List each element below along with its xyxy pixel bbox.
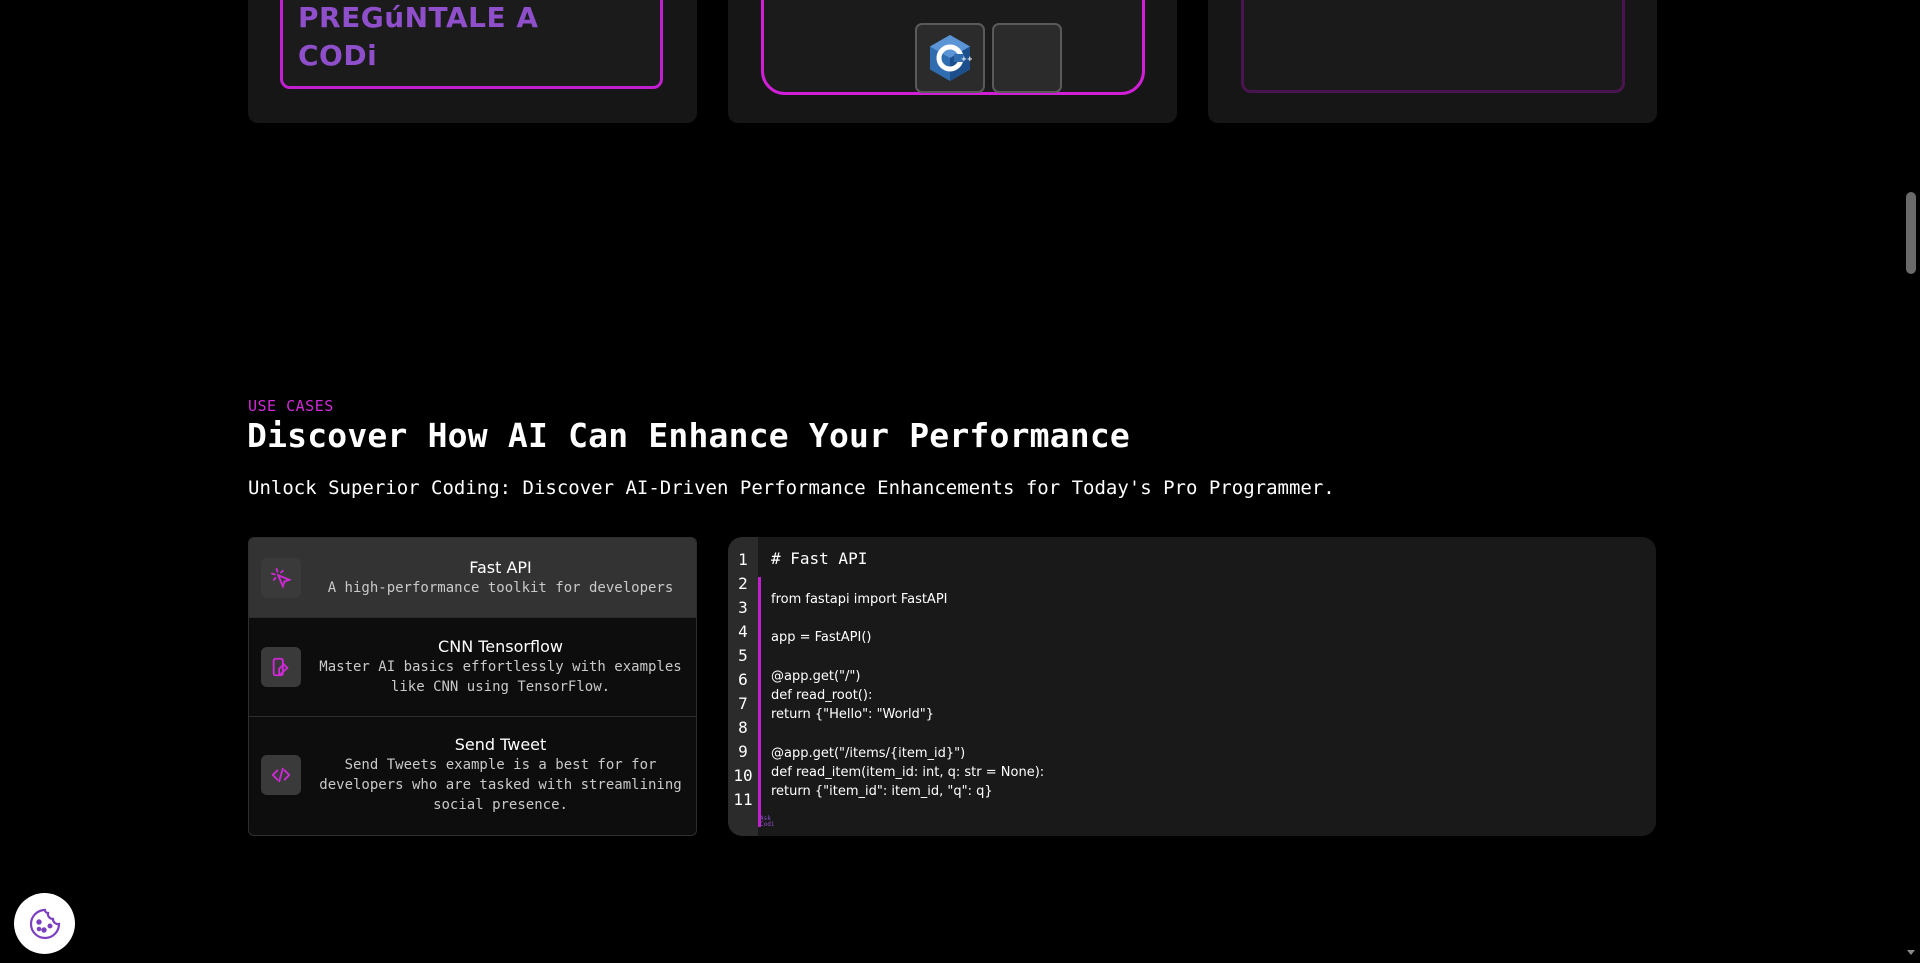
third-card	[1208, 0, 1657, 123]
line-number: 4	[738, 622, 748, 641]
code-accent-bar	[758, 577, 761, 827]
cookie-icon	[29, 908, 60, 939]
use-case-send-tweet[interactable]: Send Tweet Send Tweets example is a best…	[249, 717, 696, 835]
code-line: app = FastAPI()	[771, 630, 872, 645]
pen-shape-icon	[261, 647, 301, 687]
use-case-desc-line: developers who are tasked with streamlin…	[319, 777, 682, 793]
section-subtitle: Unlock Superior Coding: Discover AI-Driv…	[248, 477, 1335, 499]
cpp-logo-icon: ++	[930, 35, 972, 81]
code-line: return {"item_id": item_id, "q": q}	[771, 784, 993, 799]
code-line: def read_root():	[771, 688, 873, 703]
line-number: 5	[738, 646, 748, 665]
svg-text:++: ++	[961, 55, 972, 63]
code-line: return {"Hello": "World"}	[771, 707, 935, 722]
use-case-desc: A high-performance toolkit for developer…	[327, 580, 674, 596]
use-case-desc-line: like CNN using TensorFlow.	[390, 679, 611, 695]
codi-text-line1: PREGúNTALE A	[298, 1, 539, 34]
use-case-title: Send Tweet	[454, 735, 547, 754]
use-case-list: Fast API A high-performance toolkit for …	[248, 537, 697, 836]
use-case-title: Fast API	[469, 558, 532, 577]
line-number: 11	[733, 790, 753, 809]
third-card-frame	[1241, 0, 1625, 93]
code-line: def read_item(item_id: int, q: str = Non…	[771, 765, 1045, 780]
section-title: Discover How AI Can Enhance Your Perform…	[247, 416, 1130, 455]
scrollbar-thumb[interactable]	[1906, 192, 1916, 274]
code-line: from fastapi import FastAPI	[771, 592, 948, 607]
line-number: 7	[738, 694, 748, 713]
line-number: 1	[738, 550, 748, 569]
line-number: 6	[738, 670, 748, 689]
use-case-cnn-tensorflow[interactable]: CNN Tensorflow Master AI basics effortle…	[249, 618, 696, 717]
line-number-gutter: 1 2 3 4 5 6 7 8 9 10 11	[728, 537, 758, 836]
cookie-settings-button[interactable]	[14, 893, 75, 954]
use-case-desc-line: Master AI basics effortlessly with examp…	[319, 659, 682, 675]
line-number: 8	[738, 718, 748, 737]
code-title: # Fast API	[771, 549, 868, 568]
codi-text-line2: CODi	[298, 39, 378, 72]
mini-logo-line2: Codi	[760, 821, 775, 828]
section-eyebrow: USE CASES	[248, 397, 334, 415]
codi-card: PREGúNTALE A CODi	[248, 0, 697, 123]
code-icon	[261, 755, 301, 795]
page-scrollbar[interactable]	[1902, 0, 1920, 963]
languages-card: ++	[728, 0, 1177, 123]
line-number: 2	[738, 574, 748, 593]
scroll-down-icon[interactable]	[1907, 950, 1915, 955]
use-case-fast-api[interactable]: Fast API A high-performance toolkit for …	[249, 538, 696, 618]
mini-codi-logo: Ask Codi	[760, 816, 774, 828]
code-line: @app.get("/")	[771, 669, 861, 684]
cpp-tile: ++	[915, 23, 985, 93]
line-number: 3	[738, 598, 748, 617]
codi-banner[interactable]: PREGúNTALE A CODi	[280, 0, 663, 89]
line-number: 9	[738, 742, 748, 761]
use-case-desc-line: Send Tweets example is a best for for	[344, 757, 657, 773]
code-line: @app.get("/items/{item_id}")	[771, 746, 966, 761]
use-case-title: CNN Tensorflow	[438, 637, 563, 656]
cursor-click-icon	[261, 558, 301, 598]
line-number: 10	[733, 766, 753, 785]
empty-tile	[992, 23, 1062, 93]
use-case-desc-line: social presence.	[433, 797, 568, 813]
code-editor: 1 2 3 4 5 6 7 8 9 10 11 # Fast API from …	[728, 537, 1656, 836]
languages-grid: ++	[761, 0, 1145, 95]
